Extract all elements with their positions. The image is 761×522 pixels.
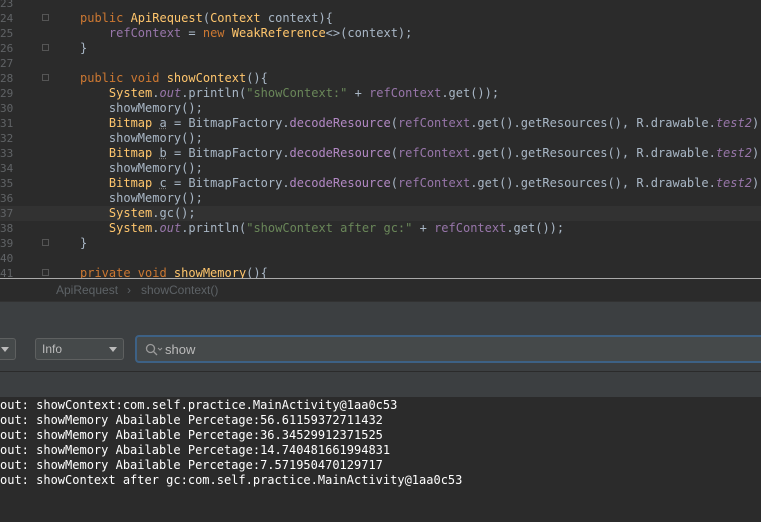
code-editor[interactable]: 23 24 public ApiRequest(Context context){2… <box>0 0 761 278</box>
code-text: Bitmap c = BitmapFactory.decodeResource(… <box>108 176 761 190</box>
code-line[interactable]: 32 showMemory(); <box>0 131 761 146</box>
code-line[interactable]: 41 private void showMemory(){ <box>0 266 761 278</box>
log-line: out: showMemory Abailable Percetage:14.7… <box>0 443 391 457</box>
fold-marker-icon[interactable] <box>42 239 49 246</box>
code-text: System.gc(); <box>108 206 196 220</box>
code-line[interactable]: 27 <box>0 56 761 71</box>
line-number: 30 <box>0 102 14 115</box>
logcat-header-bar <box>0 301 761 328</box>
line-number: 28 <box>0 72 14 85</box>
log-line: out: showContext:com.self.practice.MainA… <box>0 398 398 412</box>
line-number: 36 <box>0 192 14 205</box>
line-number: 39 <box>0 237 14 250</box>
code-line[interactable]: 36 showMemory(); <box>0 191 761 206</box>
code-text: showMemory(); <box>80 101 203 115</box>
log-level-dropdown[interactable]: Info <box>35 338 124 360</box>
log-level-value: Info <box>42 342 63 356</box>
log-line: out: showMemory Abailable Percetage:56.6… <box>0 413 383 427</box>
code-line[interactable]: 23 <box>0 0 761 11</box>
breadcrumb-class[interactable]: ApiRequest <box>56 279 118 301</box>
logcat-subheader <box>0 371 761 398</box>
code-line[interactable]: 37 System.gc(); <box>0 206 761 221</box>
fold-marker-icon[interactable] <box>42 14 49 21</box>
line-number: 25 <box>0 27 14 40</box>
breadcrumb-separator: › <box>127 283 131 297</box>
line-number: 32 <box>0 132 14 145</box>
line-number: 38 <box>0 222 14 235</box>
line-number: 34 <box>0 162 14 175</box>
code-text: showMemory(); <box>80 191 203 205</box>
code-line[interactable]: 25 refContext = new WeakReference<>(cont… <box>0 26 761 41</box>
fold-marker-icon[interactable] <box>42 44 49 51</box>
code-line[interactable]: 33 Bitmap b = BitmapFactory.decodeResour… <box>0 146 761 161</box>
line-number: 23 <box>0 0 14 10</box>
code-text: Bitmap a = BitmapFactory.decodeResource(… <box>108 116 761 130</box>
fold-marker-icon[interactable] <box>42 269 49 276</box>
line-number: 33 <box>0 147 14 160</box>
code-text: System.out.println("showContext:" + refC… <box>108 86 500 100</box>
logcat-toolbar: Info <box>0 327 761 371</box>
line-number: 26 <box>0 42 14 55</box>
chevron-down-icon <box>1 347 9 352</box>
code-text: showMemory(); <box>80 131 203 145</box>
code-line[interactable]: 38 System.out.println("showContext after… <box>0 221 761 236</box>
code-line[interactable]: 35 Bitmap c = BitmapFactory.decodeResour… <box>0 176 761 191</box>
code-text: Bitmap b = BitmapFactory.decodeResource(… <box>108 146 761 160</box>
code-line[interactable]: 26} <box>0 41 761 56</box>
code-line[interactable]: 30 showMemory(); <box>0 101 761 116</box>
code-line[interactable]: 24 public ApiRequest(Context context){ <box>0 11 761 26</box>
breadcrumb-method[interactable]: showContext() <box>141 279 218 301</box>
line-number: 35 <box>0 177 14 190</box>
code-text: public ApiRequest(Context context){ <box>80 11 333 25</box>
line-number: 24 <box>0 12 14 25</box>
log-line: out: showContext after gc:com.self.pract… <box>0 473 463 487</box>
logcat-search-box[interactable] <box>135 335 761 363</box>
search-icon <box>145 342 163 361</box>
code-text: } <box>80 41 88 55</box>
code-text: public void showContext(){ <box>80 71 268 85</box>
chevron-down-icon <box>109 347 117 352</box>
code-line[interactable]: 31 Bitmap a = BitmapFactory.decodeResour… <box>0 116 761 131</box>
search-input[interactable] <box>165 340 665 358</box>
code-line[interactable]: 40 <box>0 251 761 266</box>
code-text: refContext = new WeakReference<>(context… <box>108 26 413 40</box>
code-text: } <box>80 236 88 250</box>
line-number: 40 <box>0 252 14 265</box>
log-line: out: showMemory Abailable Percetage:7.57… <box>0 458 383 472</box>
code-line[interactable]: 34 showMemory(); <box>0 161 761 176</box>
line-number: 29 <box>0 87 14 100</box>
code-line[interactable]: 39} <box>0 236 761 251</box>
log-line: out: showMemory Abailable Percetage:36.3… <box>0 428 383 442</box>
line-number: 37 <box>0 207 14 220</box>
line-number: 31 <box>0 117 14 130</box>
code-line[interactable]: 28 public void showContext(){ <box>0 71 761 86</box>
code-line[interactable]: 29 System.out.println("showContext:" + r… <box>0 86 761 101</box>
device-dropdown[interactable] <box>0 338 16 360</box>
code-text: private void showMemory(){ <box>80 266 268 278</box>
code-text: System.out.println("showContext after gc… <box>108 221 565 235</box>
code-text: showMemory(); <box>80 161 203 175</box>
line-number: 27 <box>0 57 14 70</box>
logcat-output[interactable]: out: showContext:com.self.practice.MainA… <box>0 397 761 522</box>
fold-marker-icon[interactable] <box>42 74 49 81</box>
breadcrumb: ApiRequest › showContext() <box>0 279 761 301</box>
line-number: 41 <box>0 267 14 278</box>
